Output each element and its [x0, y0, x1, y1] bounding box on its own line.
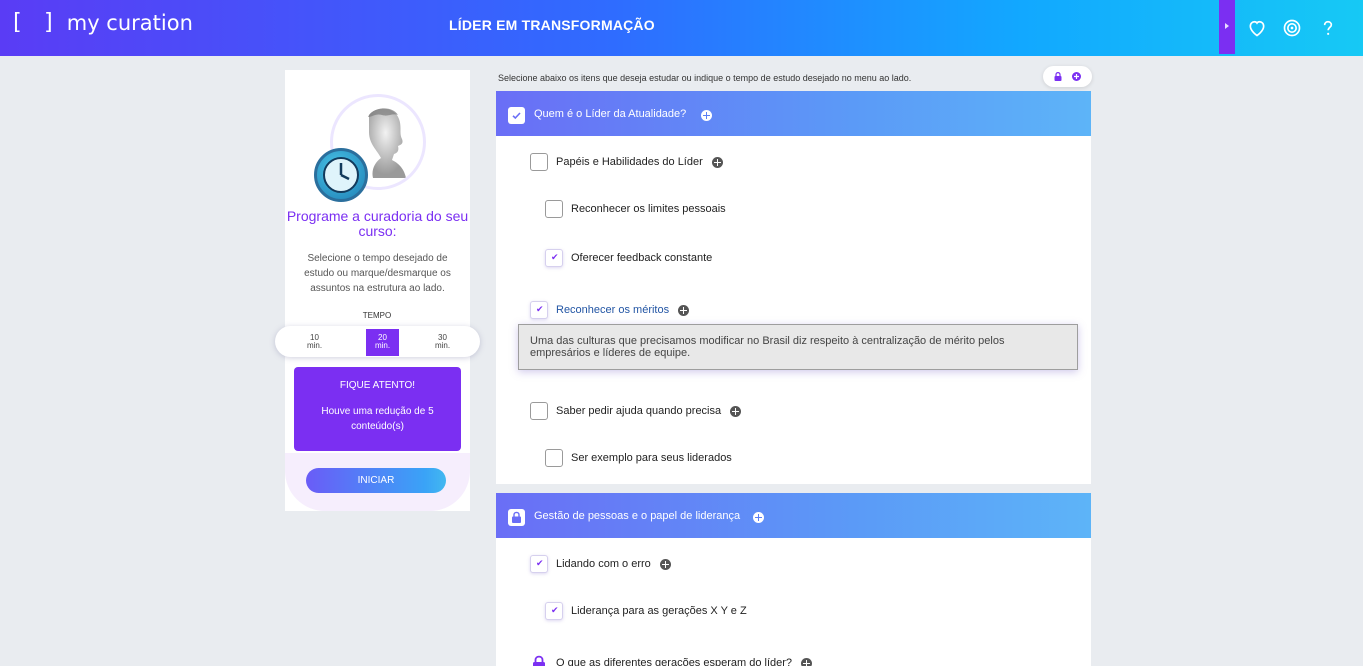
- time-selector: 10 min. 20 min. 30 min.: [275, 326, 480, 357]
- alert-box: FIQUE ATENTO! Houve uma redução de 5 con…: [294, 367, 461, 451]
- time-option-10[interactable]: 10 min.: [298, 329, 331, 356]
- add-circle-icon[interactable]: [1072, 72, 1081, 81]
- topic-item[interactable]: O que as diferentes gerações esperam do …: [530, 654, 813, 666]
- topic-item[interactable]: ✔ Lidando com o erro: [530, 555, 671, 573]
- logo-text: my curation: [66, 10, 193, 35]
- check-icon: ✔: [536, 304, 544, 314]
- checkbox[interactable]: [530, 153, 548, 171]
- lock-icon[interactable]: [530, 654, 548, 666]
- topic-label: Ser exemplo para seus liderados: [571, 452, 732, 464]
- time-option-20[interactable]: 20 min.: [366, 329, 399, 356]
- check-icon: [512, 112, 521, 120]
- topic-label: O que as diferentes gerações esperam do …: [556, 657, 793, 666]
- subtopic-item[interactable]: ✔ Liderança para as gerações X Y e Z: [545, 602, 747, 620]
- check-icon: ✔: [551, 605, 559, 615]
- add-circle-icon[interactable]: [678, 304, 690, 316]
- tempo-label: TEMPO: [323, 308, 431, 324]
- topic-item[interactable]: Saber pedir ajuda quando precisa: [530, 402, 742, 420]
- module-header[interactable]: Quem é o Líder da Atualidade?: [496, 91, 1091, 136]
- lock-add-controls: [1043, 66, 1092, 87]
- time-option-unit: min.: [306, 341, 323, 350]
- add-circle-icon[interactable]: [711, 156, 723, 168]
- module-header[interactable]: Gestão de pessoas e o papel de liderança: [496, 493, 1091, 538]
- add-circle-icon[interactable]: [730, 405, 742, 417]
- checkbox[interactable]: ✔: [530, 555, 548, 573]
- topic-label: Reconhecer os limites pessoais: [571, 203, 726, 215]
- subtopic-item[interactable]: Ser exemplo para seus liderados: [545, 449, 732, 467]
- panel-title: Programe a curadoria do seu curso:: [286, 208, 469, 239]
- topic-item[interactable]: ✔ Reconhecer os méritos: [530, 301, 690, 319]
- top-bar: [ ] my curation LÍDER EM TRANSFORMAÇÃO: [0, 0, 1363, 56]
- logo-brackets: [ ]: [10, 10, 59, 35]
- curation-panel: Programe a curadoria do seu curso: Selec…: [275, 70, 480, 511]
- target-icon[interactable]: [1282, 18, 1302, 38]
- topic-label: Liderança para as gerações X Y e Z: [571, 605, 747, 617]
- add-circle-icon[interactable]: [753, 512, 764, 523]
- start-area: INICIAR: [285, 453, 470, 511]
- topic-item[interactable]: Papéis e Habilidades do Líder: [530, 153, 723, 171]
- lock-icon: [512, 511, 521, 523]
- start-button[interactable]: INICIAR: [306, 468, 446, 493]
- topic-label: Papéis e Habilidades do Líder: [556, 156, 703, 168]
- instructions-text: Selecione abaixo os itens que deseja est…: [498, 73, 912, 83]
- topic-label[interactable]: Reconhecer os méritos: [556, 304, 669, 316]
- chevron-right-icon: [1225, 23, 1229, 29]
- add-circle-icon[interactable]: [701, 110, 712, 121]
- module-lock[interactable]: [508, 509, 525, 526]
- checkbox[interactable]: [545, 449, 563, 467]
- sidebar-toggle[interactable]: [1219, 0, 1235, 54]
- add-circle-icon[interactable]: [659, 558, 671, 570]
- alert-body: Houve uma redução de 5 conteúdo(s): [321, 406, 434, 432]
- help-icon[interactable]: [1318, 18, 1338, 38]
- checkbox[interactable]: [545, 200, 563, 218]
- topic-tooltip: Uma das culturas que precisamos modifica…: [518, 324, 1078, 370]
- clock-icon: [314, 148, 368, 202]
- module-checkbox[interactable]: [508, 107, 525, 124]
- heart-icon[interactable]: [1247, 18, 1267, 38]
- check-icon: ✔: [551, 252, 559, 262]
- time-option-unit: min.: [434, 341, 451, 350]
- module-card: Gestão de pessoas e o papel de liderança…: [496, 493, 1091, 666]
- module-title: Quem é o Líder da Atualidade?: [534, 108, 687, 120]
- module-title: Gestão de pessoas e o papel de liderança: [534, 510, 741, 522]
- topic-label: Lidando com o erro: [556, 558, 651, 570]
- subtopic-item[interactable]: Reconhecer os limites pessoais: [545, 200, 726, 218]
- lock-icon[interactable]: [1054, 72, 1062, 81]
- time-option-unit: min.: [374, 341, 391, 350]
- subtopic-item[interactable]: ✔ Oferecer feedback constante: [545, 249, 712, 267]
- logo[interactable]: [ ] my curation: [10, 10, 193, 35]
- module-card: Quem é o Líder da Atualidade? Papéis e H…: [496, 91, 1091, 484]
- checkbox[interactable]: ✔: [530, 301, 548, 319]
- alert-title: FIQUE ATENTO!: [339, 380, 416, 391]
- check-icon: ✔: [536, 558, 544, 568]
- page-title: LÍDER EM TRANSFORMAÇÃO: [449, 17, 655, 33]
- checkbox[interactable]: [530, 402, 548, 420]
- topic-label: Oferecer feedback constante: [571, 252, 713, 264]
- panel-description: Selecione o tempo desejado de estudo ou …: [304, 253, 451, 294]
- time-option-30[interactable]: 30 min.: [426, 329, 459, 356]
- checkbox[interactable]: ✔: [545, 249, 563, 267]
- checkbox[interactable]: ✔: [545, 602, 563, 620]
- add-circle-icon[interactable]: [801, 657, 813, 666]
- topic-label: Saber pedir ajuda quando precisa: [556, 405, 722, 417]
